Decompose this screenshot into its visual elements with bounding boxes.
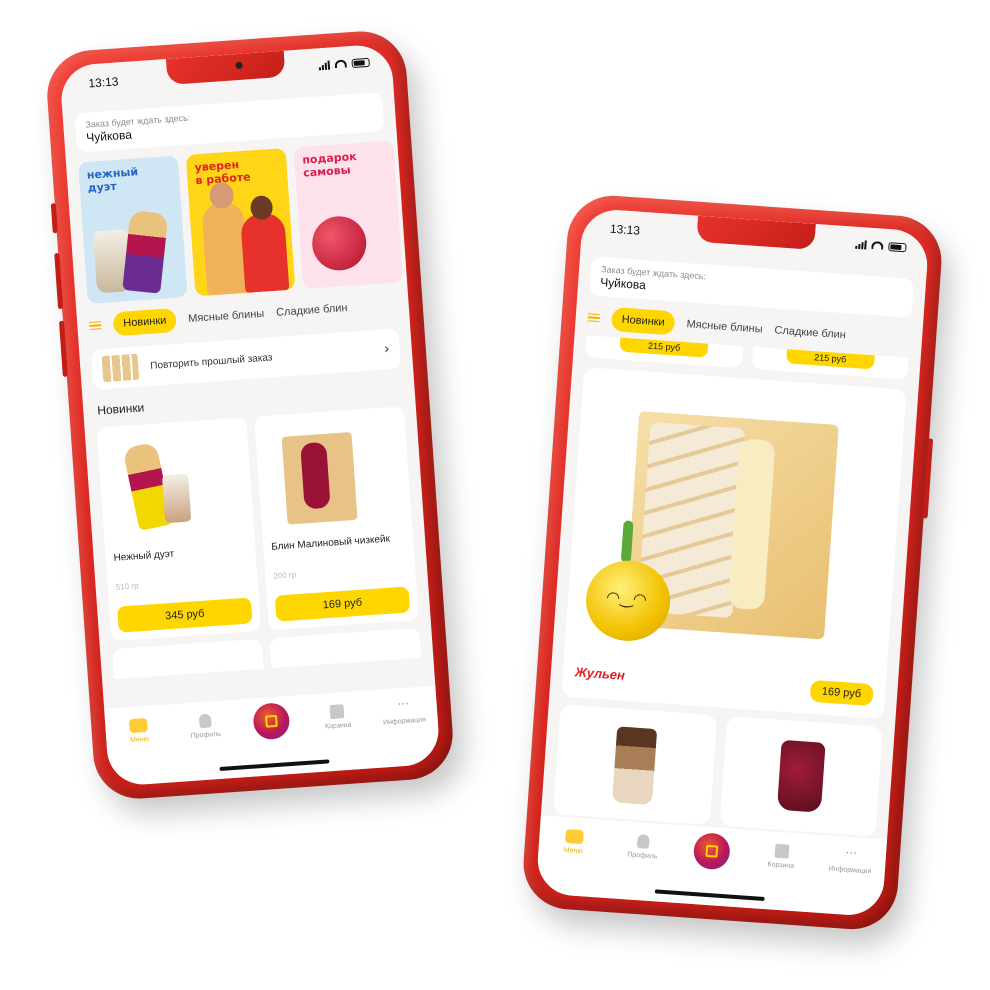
home-indicator[interactable] [219,759,330,771]
nav-label: Информация [828,865,872,876]
nav-cart[interactable]: Корзина [310,703,366,732]
product-card[interactable]: Нежный дуэт 510 гр 345 руб [96,417,262,642]
nav-info[interactable]: ··· Информация [376,696,432,727]
nav-label: Информация [382,716,427,727]
product-image [105,426,246,547]
berry-drink-image [776,739,826,813]
more-icon: ··· [845,845,858,861]
chevron-right-icon: › [383,341,391,358]
repeat-order-button[interactable]: Повторить прошлый заказ › [91,328,402,390]
home-indicator[interactable] [654,889,765,902]
power-button [922,438,934,519]
crepe-icon [129,717,149,734]
cherry-image [310,214,369,273]
tab-sweet-crepes[interactable]: Сладкие блин [774,324,846,341]
signal-icon [855,239,867,250]
stories-row: нежный дуэт уверен в работе подарок само… [77,140,407,305]
tab-meat-crepes[interactable]: Мясные блины [686,318,763,335]
profile-icon [636,834,650,849]
story-title: нежный дуэт [86,165,139,195]
more-icon: ··· [397,696,410,712]
volume-up-button [54,252,64,310]
drink-image [161,473,192,524]
person-image [240,212,290,294]
nav-label: Профиль [190,730,222,740]
product-card[interactable] [553,704,717,826]
qr-code-icon [693,832,732,871]
signal-icon [318,60,331,71]
phone-left: 13:13 Заказ будет ждать здесь: Чуйкова н… [44,28,456,802]
repeat-order-label: Повторить прошлый заказ [149,351,273,372]
product-name: Нежный дуэт [113,548,175,564]
volume-down-button [58,320,68,377]
nav-qr[interactable] [684,832,740,871]
screen: 13:13 Заказ будет ждать здесь: Чуйкова н… [59,43,441,787]
story-title: подарок самовы [301,149,358,180]
mockup-stage: 13:13 Заказ будет ждать здесь: Чуйкова н… [0,0,990,990]
product-grid [553,704,883,837]
system-icons [318,57,370,71]
menu-icon[interactable] [89,320,102,331]
cart-icon [774,843,790,859]
product-card[interactable]: 215 руб [751,346,909,380]
mascot-face-icon: ◠‿◠ [605,587,648,610]
crepe-icon [564,829,584,845]
price-button[interactable]: 215 руб [785,349,875,370]
price-button[interactable]: 215 руб [619,337,709,358]
nav-menu[interactable]: Меню [111,717,167,746]
notch [695,215,816,250]
crepe-image [281,431,358,525]
bottom-nav: Меню Профиль Корзина ··· Информация [104,685,441,787]
nav-cart[interactable]: Корзина [754,842,810,871]
profile-icon [198,713,212,729]
tab-new[interactable]: Новинки [610,307,676,336]
menu-icon[interactable] [587,313,601,323]
product-card[interactable]: Блин Малиновый чизкейк 200 гр 169 руб [254,406,419,631]
tab-sweet-crepes[interactable]: Сладкие блин [276,302,348,319]
cart-icon [329,704,345,720]
add-to-cart-button[interactable]: 169 руб [274,586,411,622]
product-name: Блин Малиновый чизкейк [270,533,391,553]
nav-profile[interactable]: Профиль [615,833,671,862]
order-thumbnail [101,353,140,383]
nav-profile[interactable]: Профиль [177,712,233,741]
battery-icon [351,57,370,68]
featured-product-card[interactable]: ◠‿◠ Жульен 169 руб [561,367,907,719]
qr-code-icon [252,702,291,741]
latte-image [612,726,658,805]
clock: 13:13 [609,221,641,238]
story-title: уверен в работе [194,158,251,187]
tab-meat-crepes[interactable]: Мясные блины [188,308,265,325]
product-card[interactable]: 215 руб [584,335,743,369]
add-to-cart-button[interactable]: 345 руб [117,597,253,633]
nav-label: Меню [129,735,150,745]
wifi-icon [334,59,347,69]
product-grid: Нежный дуэт 510 гр 345 руб Блин Малиновы… [96,406,419,642]
story-card[interactable]: подарок самовы [293,140,404,289]
product-card[interactable] [719,715,883,837]
nav-info[interactable]: ··· Информация [823,845,879,876]
nav-label: Профиль [627,851,658,861]
product-image [263,415,404,536]
mute-switch [50,203,58,234]
nav-label: Корзина [324,721,352,731]
add-to-cart-button[interactable]: 169 руб [809,679,874,707]
phone-right: 13:13 Заказ будет ждать здесь: Чуйкова Н… [520,192,945,933]
clock: 13:13 [87,74,119,91]
story-card[interactable]: нежный дуэт [77,155,188,305]
system-icons [855,239,907,253]
wifi-icon [871,240,884,250]
wrap-image [122,210,169,294]
battery-icon [888,241,907,252]
story-card[interactable]: уверен в работе [185,147,296,297]
nav-label: Корзина [767,861,795,871]
nav-qr[interactable] [244,702,300,741]
nav-label: Меню [563,846,583,856]
notch [165,50,286,85]
screen: 13:13 Заказ будет ждать здесь: Чуйкова Н… [535,207,930,918]
nav-menu[interactable]: Меню [546,828,602,857]
product-name: Жульен [574,664,626,683]
tab-new[interactable]: Новинки [112,307,178,337]
